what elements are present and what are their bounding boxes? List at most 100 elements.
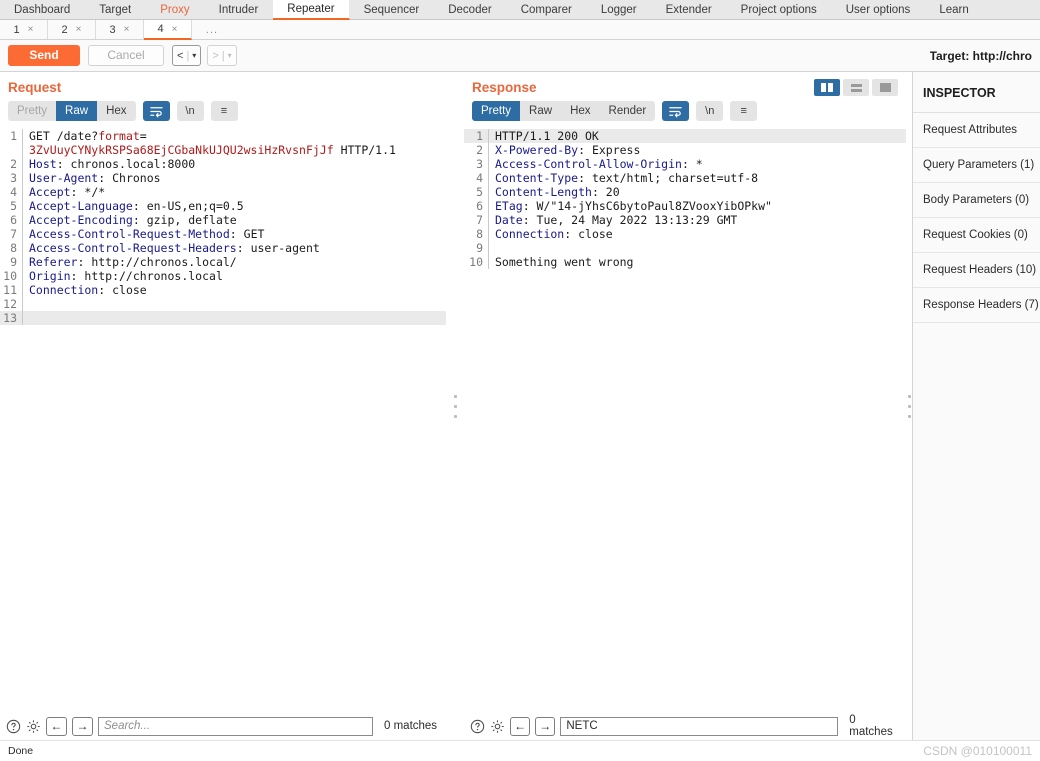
find-previous-button[interactable]: ← (46, 716, 67, 736)
main-tab-proxy[interactable]: Proxy (146, 0, 205, 19)
response-editor[interactable]: 1 HTTP/1.1 200 OK 2 X-Powered-By: Express 3 A… (464, 129, 906, 712)
repeater-tab-overflow[interactable]: ... (192, 20, 232, 39)
find-previous-button[interactable]: ← (510, 716, 531, 736)
main-tab-repeater[interactable]: Repeater (273, 0, 350, 20)
side-by-side-layout-icon[interactable] (814, 79, 840, 96)
response-toolbar: Pretty Raw Hex Render \n ≡ (464, 79, 906, 129)
line-content[interactable]: Content-Type: text/html; charset=utf-8 (489, 171, 906, 185)
help-icon[interactable] (470, 719, 485, 734)
inspector-item-request-cookies-0[interactable]: Request Cookies (0) (913, 218, 1040, 253)
splitter-grip-icon (907, 394, 911, 418)
main-tab-sequencer[interactable]: Sequencer (349, 0, 435, 19)
line-content[interactable]: ETag: W/"14-jYhsC6bytoPaul8ZVooxYibOPkw" (489, 199, 906, 213)
main-tab-project-options[interactable]: Project options (726, 0, 832, 19)
response-view-tab-pretty[interactable]: Pretty (472, 101, 521, 121)
gutter-divider (22, 311, 23, 325)
response-line: 10 Something went wrong (464, 255, 906, 269)
wrap-lines-icon[interactable] (142, 101, 170, 121)
find-next-button[interactable]: → (72, 716, 93, 736)
line-content[interactable]: Access-Control-Allow-Origin: * (489, 157, 906, 171)
request-view-tab-pretty[interactable]: Pretty (8, 101, 57, 121)
request-view-tab-raw[interactable]: Raw (56, 101, 98, 121)
response-line: 8 Connection: close (464, 227, 906, 241)
response-view-tab-raw[interactable]: Raw (520, 101, 562, 121)
request-editor[interactable]: 1 GET /date?format= 3ZvUuyCYNykRSPSa68EjCG… (0, 129, 446, 712)
repeater-tab-4[interactable]: 4 × (144, 20, 192, 40)
inspector-item-response-headers-7[interactable]: Response Headers (7) (913, 288, 1040, 323)
request-search-input[interactable] (98, 716, 373, 736)
line-content[interactable]: Host: chronos.local:8000 (23, 157, 446, 171)
back-button[interactable]: < | ▾ (172, 45, 202, 66)
close-icon[interactable]: × (28, 24, 34, 35)
main-tab-learn[interactable]: Learn (925, 0, 984, 19)
repeater-tab-bar: 1 × 2 × 3 × 4 ×... (0, 20, 1040, 40)
send-button[interactable]: Send (8, 45, 80, 66)
line-content[interactable]: X-Powered-By: Express (489, 143, 906, 157)
chevron-down-icon: ▾ (227, 51, 232, 60)
response-view-tab-hex[interactable]: Hex (561, 101, 600, 121)
line-content[interactable]: Something went wrong (489, 255, 906, 269)
main-tab-extender[interactable]: Extender (651, 0, 727, 19)
inspector-item-request-headers-10[interactable]: Request Headers (10) (913, 253, 1040, 288)
inspector-item-request-attributes[interactable]: Request Attributes (913, 113, 1040, 148)
main-tab-dashboard[interactable]: Dashboard (0, 0, 86, 19)
response-view-tab-render[interactable]: Render (599, 101, 656, 121)
find-next-button[interactable]: → (535, 716, 556, 736)
close-icon[interactable]: × (76, 24, 82, 35)
stacked-layout-icon[interactable] (843, 79, 869, 96)
line-content[interactable]: Connection: close (489, 227, 906, 241)
line-content[interactable]: User-Agent: Chronos (23, 171, 446, 185)
line-content[interactable]: Accept-Encoding: gzip, deflate (23, 213, 446, 227)
cancel-button[interactable]: Cancel (88, 45, 164, 66)
help-icon[interactable] (6, 719, 21, 734)
response-search-input[interactable] (560, 716, 839, 736)
header-value: : text/html; charset=utf-8 (578, 171, 759, 185)
close-icon[interactable]: × (124, 24, 130, 35)
line-content[interactable]: Connection: close (23, 283, 446, 297)
line-number: 7 (476, 213, 483, 227)
main-tab-user-options[interactable]: User options (831, 0, 926, 19)
line-number: 4 (476, 171, 483, 185)
gear-icon[interactable] (26, 719, 41, 734)
line-number: 11 (3, 283, 17, 297)
main-tab-logger[interactable]: Logger (586, 0, 652, 19)
line-content[interactable]: Origin: http://chronos.local (23, 269, 446, 283)
line-content[interactable]: GET /date?format= 3ZvUuyCYNykRSPSa68EjCGb… (23, 129, 446, 157)
main-tab-intruder[interactable]: Intruder (204, 0, 274, 19)
response-menu-icon[interactable]: ≡ (730, 101, 758, 121)
header-value: Something went wrong (495, 255, 634, 269)
gear-icon[interactable] (490, 719, 505, 734)
repeater-tab-2[interactable]: 2 × (48, 20, 96, 39)
line-content[interactable]: Content-Length: 20 (489, 185, 906, 199)
line-content[interactable]: Accept: */* (23, 185, 446, 199)
header-name: Content-Type (495, 171, 579, 185)
inspector-item-body-parameters-0[interactable]: Body Parameters (0) (913, 183, 1040, 218)
watermark: CSDN @010100011 (923, 744, 1032, 758)
equals-sign: = (139, 129, 147, 143)
line-content[interactable]: Referer: http://chronos.local/ (23, 255, 446, 269)
repeater-tab-3[interactable]: 3 × (96, 20, 144, 39)
line-content[interactable]: Date: Tue, 24 May 2022 13:13:29 GMT (489, 213, 906, 227)
pane-splitter[interactable] (446, 72, 464, 740)
main-tab-decoder[interactable]: Decoder (434, 0, 507, 19)
inspector-item-query-parameters-1[interactable]: Query Parameters (1) (913, 148, 1040, 183)
line-content[interactable]: Access-Control-Request-Method: GET (23, 227, 446, 241)
main-tab-comparer[interactable]: Comparer (506, 0, 587, 19)
single-pane-layout-icon[interactable] (872, 79, 898, 96)
request-toolbar: Pretty Raw Hex \n ≡ (0, 101, 446, 129)
close-icon[interactable]: × (172, 24, 178, 35)
request-menu-icon[interactable]: ≡ (210, 101, 238, 121)
repeater-tab-1[interactable]: 1 × (0, 20, 48, 39)
status-bar: Done CSDN @010100011 (0, 740, 1040, 761)
line-content[interactable]: HTTP/1.1 200 OK (489, 129, 906, 143)
burp-suite-window: Dashboard Target Proxy Intruder Repeater Sequ… (0, 0, 1040, 761)
main-tab-target[interactable]: Target (85, 0, 147, 19)
request-view-tab-hex[interactable]: Hex (97, 101, 136, 121)
line-content[interactable]: Accept-Language: en-US,en;q=0.5 (23, 199, 446, 213)
forward-button[interactable]: > | ▾ (207, 45, 237, 66)
newline-toggle-button[interactable]: \n (176, 101, 204, 121)
wrap-lines-icon[interactable] (662, 101, 690, 121)
newline-toggle-button[interactable]: \n (696, 101, 724, 121)
line-number: 3 (476, 157, 483, 171)
line-content[interactable]: Access-Control-Request-Headers: user-age… (23, 241, 446, 255)
